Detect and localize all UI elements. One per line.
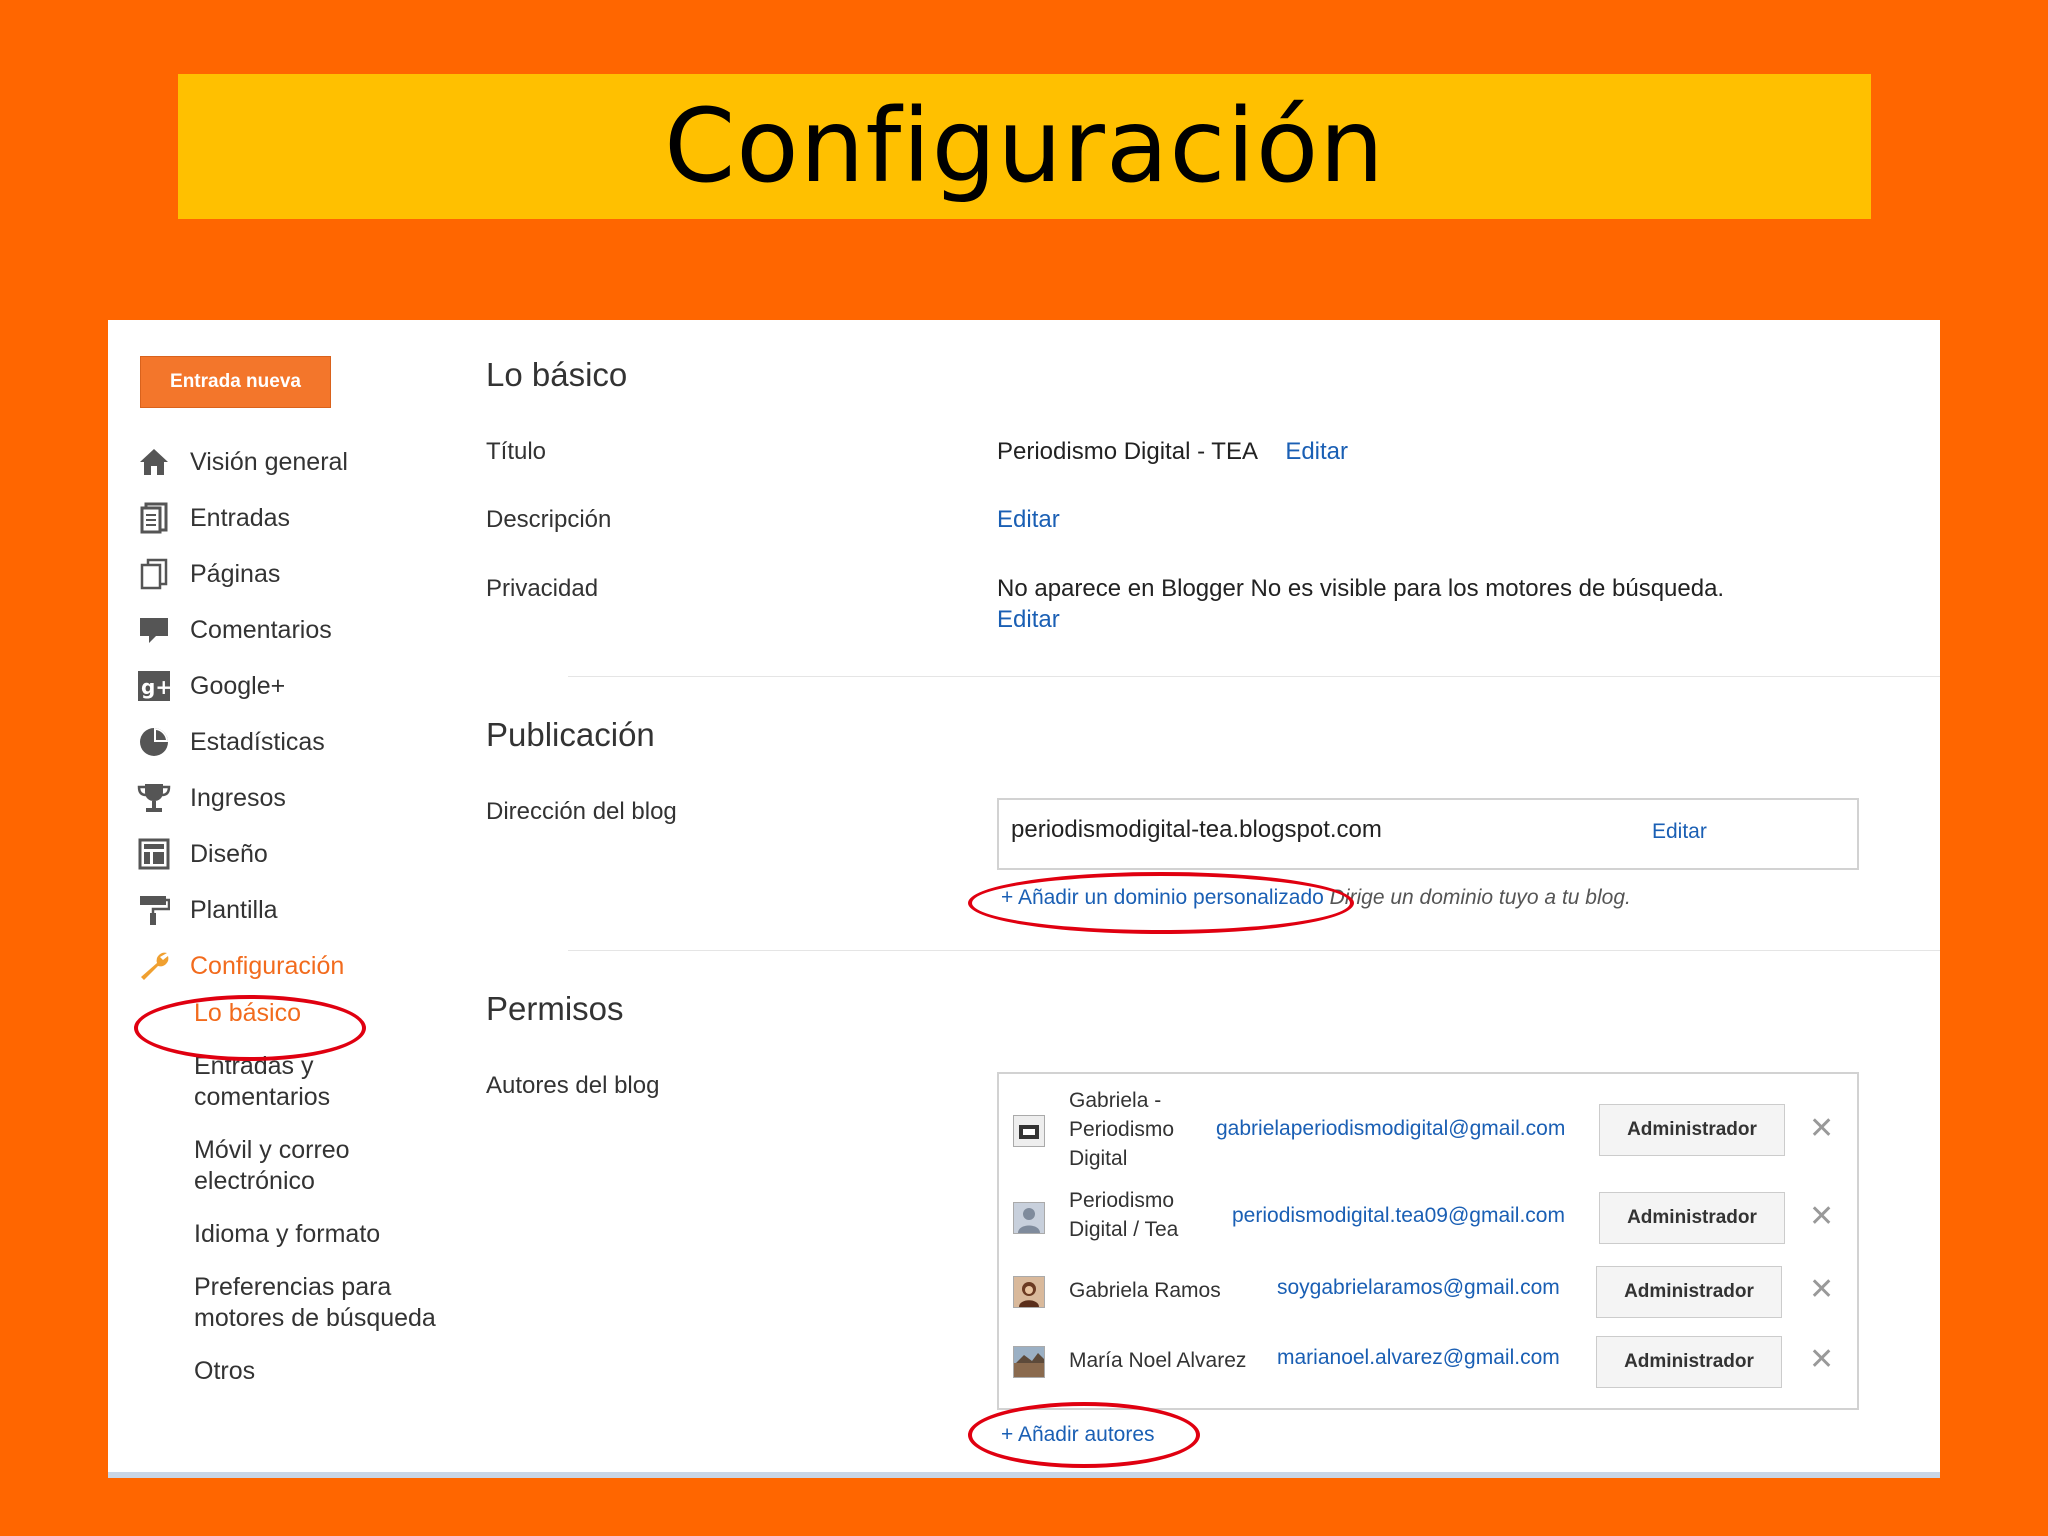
new-post-button[interactable]: Entrada nueva xyxy=(140,356,331,408)
sidebar-item-pages[interactable]: Páginas xyxy=(136,546,466,602)
section-divider xyxy=(568,950,1940,951)
sidebar-item-posts[interactable]: Entradas xyxy=(136,490,466,546)
author-email[interactable]: periodismodigital.tea09@gmail.com xyxy=(1232,1204,1565,1228)
slide-title-banner: Configuración xyxy=(178,74,1871,219)
title-edit-link[interactable]: Editar xyxy=(1285,438,1348,465)
sidebar-item-label: Ingresos xyxy=(190,783,286,812)
slide-title: Configuración xyxy=(664,87,1385,206)
avatar xyxy=(1013,1115,1045,1147)
sidebar-item-label: Comentarios xyxy=(190,615,332,644)
author-email[interactable]: marianoel.alvarez@gmail.com xyxy=(1277,1346,1560,1370)
stats-icon xyxy=(136,724,172,760)
author-email[interactable]: soygabrielaramos@gmail.com xyxy=(1277,1276,1560,1300)
author-role-button[interactable]: Administrador xyxy=(1596,1336,1782,1388)
title-label: Título xyxy=(486,438,547,465)
sub-item-search-preferences[interactable]: Preferencias para motores de búsqueda xyxy=(194,1272,454,1334)
sidebar-item-label: Estadísticas xyxy=(190,727,325,756)
sub-item-mobile-email[interactable]: Móvil y correo electrónico xyxy=(194,1135,454,1197)
sidebar-item-layout[interactable]: Diseño xyxy=(136,826,466,882)
blog-address-box: periodismodigital-tea.blogspot.com Edita… xyxy=(997,798,1859,870)
trophy-icon xyxy=(136,780,172,816)
author-role-button[interactable]: Administrador xyxy=(1596,1266,1782,1318)
author-role-button[interactable]: Administrador xyxy=(1599,1192,1785,1244)
description-label: Descripción xyxy=(486,506,612,533)
author-name: María Noel Alvarez xyxy=(1069,1349,1247,1372)
author-name: Periodismo Digital / Tea xyxy=(1069,1189,1179,1241)
sidebar-item-stats[interactable]: Estadísticas xyxy=(136,714,466,770)
annotation-circle-add-authors xyxy=(968,1402,1200,1468)
paint-roller-icon xyxy=(136,892,172,928)
sidebar-item-label: Páginas xyxy=(190,559,281,588)
section-divider xyxy=(568,676,1940,677)
layout-icon xyxy=(136,836,172,872)
google-plus-icon: g+ xyxy=(136,668,172,704)
sidebar-item-earnings[interactable]: Ingresos xyxy=(136,770,466,826)
address-edit-link[interactable]: Editar xyxy=(1652,820,1707,844)
custom-domain-hint: Dirige un dominio tuyo a tu blog. xyxy=(1329,886,1631,909)
close-icon[interactable]: ✕ xyxy=(1809,1111,1834,1146)
comments-icon xyxy=(136,612,172,648)
sidebar-item-label: Configuración xyxy=(190,951,345,980)
section-title-permissions: Permisos xyxy=(486,990,624,1027)
blog-authors-label: Autores del blog xyxy=(486,1072,660,1099)
section-title-basics: Lo básico xyxy=(486,356,628,393)
avatar xyxy=(1013,1202,1045,1234)
annotation-circle-custom-domain xyxy=(968,872,1354,934)
sub-item-language-format[interactable]: Idioma y formato xyxy=(194,1219,454,1250)
author-email[interactable]: gabrielaperiodismodigital@gmail.com xyxy=(1216,1117,1565,1141)
author-row: Periodismo Digital / Tea periodismodigit… xyxy=(999,1186,1857,1250)
sub-item-other[interactable]: Otros xyxy=(194,1356,454,1387)
author-name: Gabriela Ramos xyxy=(1069,1279,1221,1302)
window-bottom-edge xyxy=(108,1472,1940,1478)
wrench-icon xyxy=(136,948,172,984)
sidebar-item-label: Google+ xyxy=(190,671,286,700)
sidebar-item-label: Plantilla xyxy=(190,895,278,924)
section-title-publishing: Publicación xyxy=(486,716,655,753)
blog-address-label: Dirección del blog xyxy=(486,798,677,825)
privacy-value: No aparece en Blogger No es visible para… xyxy=(997,575,1725,602)
sidebar-item-settings[interactable]: Configuración xyxy=(136,938,466,994)
sidebar-item-template[interactable]: Plantilla xyxy=(136,882,466,938)
posts-icon xyxy=(136,500,172,536)
close-icon[interactable]: ✕ xyxy=(1809,1342,1834,1377)
avatar xyxy=(1013,1346,1045,1378)
privacy-label: Privacidad xyxy=(486,575,599,602)
svg-text:g+: g+ xyxy=(141,675,171,699)
sidebar-item-overview[interactable]: Visión general xyxy=(136,434,466,490)
blogger-settings-screenshot: Entrada nueva Visión general Entradas Pá… xyxy=(108,320,1940,1478)
description-edit-link[interactable]: Editar xyxy=(997,506,1060,534)
author-row: Gabriela Ramos soygabrielaramos@gmail.co… xyxy=(999,1262,1857,1322)
sidebar-item-label: Diseño xyxy=(190,839,268,868)
authors-list: Gabriela - Periodismo Digital gabrielape… xyxy=(997,1072,1859,1410)
author-row: Gabriela - Periodismo Digital gabrielape… xyxy=(999,1086,1857,1176)
title-value-row: Periodismo Digital - TEA Editar xyxy=(997,438,1348,466)
sidebar-item-label: Visión general xyxy=(190,447,348,476)
close-icon[interactable]: ✕ xyxy=(1809,1272,1834,1307)
avatar xyxy=(1013,1276,1045,1308)
author-name: Gabriela - Periodismo Digital xyxy=(1069,1089,1175,1170)
home-icon xyxy=(136,444,172,480)
sidebar-item-comments[interactable]: Comentarios xyxy=(136,602,466,658)
close-icon[interactable]: ✕ xyxy=(1809,1199,1834,1234)
privacy-edit-link[interactable]: Editar xyxy=(997,606,1060,634)
sidebar-item-google-plus[interactable]: g+ Google+ xyxy=(136,658,466,714)
sidebar-item-label: Entradas xyxy=(190,503,291,532)
sidebar-nav: Visión general Entradas Páginas Comentar… xyxy=(136,434,466,994)
blog-title-value: Periodismo Digital - TEA xyxy=(997,438,1257,465)
pages-icon xyxy=(136,556,172,592)
annotation-circle-basics xyxy=(134,995,366,1061)
author-role-button[interactable]: Administrador xyxy=(1599,1104,1785,1156)
author-row: María Noel Alvarez marianoel.alvarez@gma… xyxy=(999,1332,1857,1392)
blog-address-value: periodismodigital-tea.blogspot.com xyxy=(1011,816,1382,843)
